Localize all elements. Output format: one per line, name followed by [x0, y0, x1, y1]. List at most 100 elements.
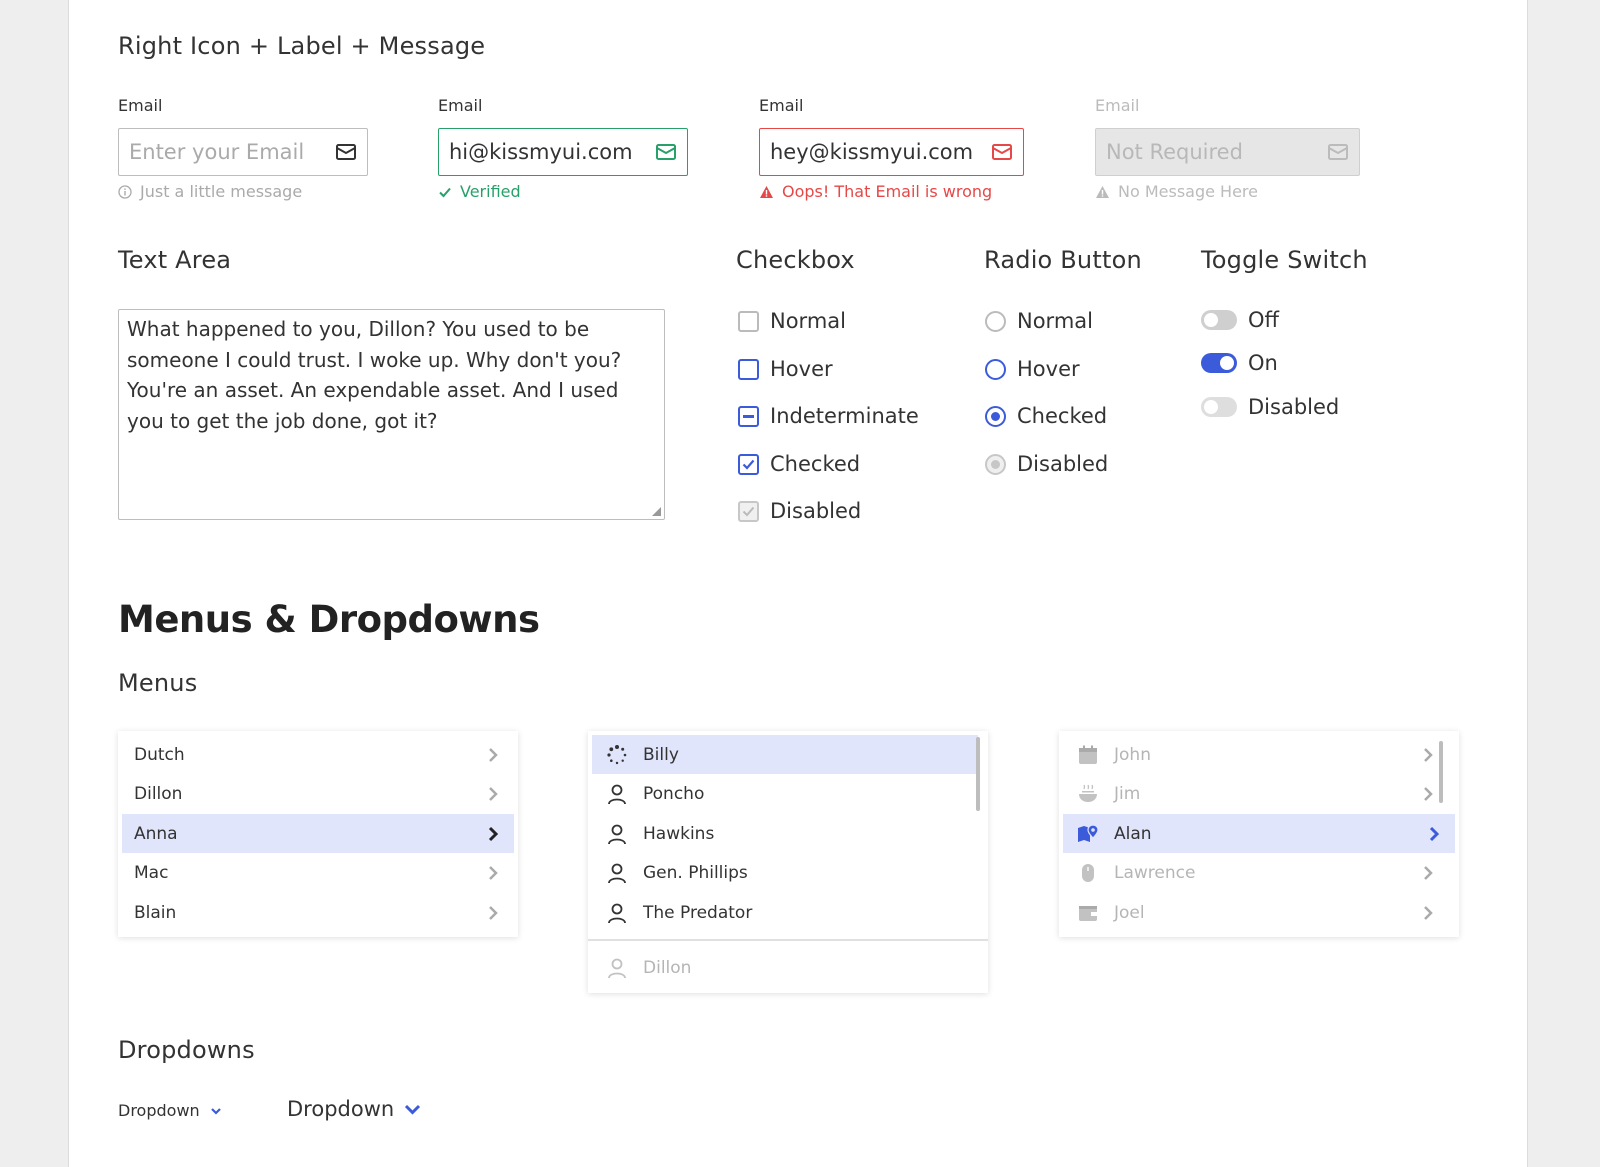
section-title-checkbox: Checkbox — [736, 246, 855, 274]
user-icon — [608, 958, 626, 979]
user-icon — [608, 863, 626, 884]
wallet-icon — [1079, 906, 1097, 921]
menu-user-list: Billy Poncho Hawkins Gen. Phillips The P… — [588, 731, 988, 993]
toggle-label: Disabled — [1248, 395, 1340, 419]
email-field-disabled: Not Required — [1095, 128, 1360, 176]
checkbox-checked[interactable]: Checked — [738, 452, 860, 476]
menu-item[interactable]: Dillon — [122, 774, 514, 813]
email-field-success[interactable]: hi@kissmyui.com — [438, 128, 688, 176]
dropdown-label: Dropdown — [118, 1101, 200, 1120]
warning-icon — [1096, 185, 1109, 198]
dropdown-label: Dropdown — [287, 1097, 395, 1121]
menu-item-disabled: Dillon — [592, 948, 978, 987]
email-field-error[interactable]: hey@kissmyui.com — [759, 128, 1024, 176]
checkbox-box[interactable] — [738, 405, 759, 427]
checkbox-box[interactable] — [738, 358, 759, 380]
menu-item-label: Mac — [134, 862, 169, 883]
radio-checked[interactable]: Checked — [985, 404, 1107, 428]
radio-circle[interactable] — [985, 310, 1006, 332]
warning-icon — [760, 185, 773, 198]
envelope-icon — [656, 144, 676, 160]
radio-label: Normal — [1017, 309, 1093, 333]
section-title-menus-dropdowns: Menus & Dropdowns — [118, 598, 540, 641]
email-message-text: Just a little message — [140, 182, 303, 201]
text-area-value: What happened to you, Dillon? You used t… — [127, 317, 622, 433]
email-value: hey@kissmyui.com — [770, 140, 974, 164]
resize-handle[interactable] — [652, 507, 661, 516]
toggle-label: Off — [1248, 308, 1279, 332]
radio-label: Checked — [1017, 404, 1108, 428]
email-message-text: No Message Here — [1118, 182, 1258, 201]
user-icon — [608, 903, 626, 924]
menu-item[interactable]: Mac — [122, 853, 514, 892]
section-title-dropdowns: Dropdowns — [118, 1036, 255, 1064]
menu-item-label: Poncho — [643, 783, 705, 804]
checkbox-box[interactable] — [738, 310, 759, 332]
email-message-error: Oops! That Email is wrong — [759, 182, 992, 201]
radio-normal[interactable]: Normal — [985, 309, 1093, 333]
menu-item-label: Billy — [643, 744, 679, 765]
chevron-right-icon — [489, 866, 498, 880]
checkbox-box — [738, 500, 759, 522]
chevron-right-icon — [489, 906, 498, 920]
checkbox-label: Hover — [770, 357, 833, 381]
checkbox-indeterminate[interactable]: Indeterminate — [738, 404, 919, 428]
text-area[interactable]: What happened to you, Dillon? You used t… — [118, 309, 665, 520]
menu-item-active[interactable]: Alan — [1063, 814, 1455, 853]
menu-item-active[interactable]: Anna — [122, 814, 514, 853]
toggle-off[interactable]: Off — [1201, 308, 1279, 332]
checkbox-label: Indeterminate — [770, 404, 919, 428]
radio-circle[interactable] — [985, 405, 1006, 427]
toggle-on[interactable]: On — [1201, 351, 1278, 375]
chevron-right-icon — [1424, 866, 1433, 880]
email-placeholder: Not Required — [1106, 140, 1243, 164]
email-label-error: Email — [759, 96, 804, 115]
menu-item[interactable]: Dutch — [122, 735, 514, 774]
menu-divider — [588, 939, 988, 941]
section-title-menus: Menus — [118, 669, 198, 697]
email-message-text: Oops! That Email is wrong — [782, 182, 993, 201]
checkbox-hover[interactable]: Hover — [738, 357, 833, 381]
menu-item-label: John — [1114, 744, 1151, 765]
envelope-icon — [992, 144, 1012, 160]
menu-item[interactable]: Hawkins — [592, 814, 978, 853]
dropdown-large[interactable]: Dropdown — [287, 1097, 421, 1121]
checkbox-box[interactable] — [738, 453, 759, 475]
toggle-switch[interactable] — [1201, 310, 1237, 330]
page-canvas: Right Icon + Label + Message Email Enter… — [68, 0, 1528, 1167]
envelope-icon — [336, 144, 356, 160]
menu-item-label: Jim — [1114, 783, 1141, 804]
email-field-normal[interactable]: Enter your Email — [118, 128, 368, 176]
toggle-label: On — [1248, 351, 1278, 375]
email-message-success: Verified — [438, 182, 521, 201]
menu-item[interactable]: Gen. Phillips — [592, 853, 978, 892]
chevron-right-icon — [1424, 906, 1433, 920]
menu-item[interactable]: Blain — [122, 893, 514, 932]
scrollbar[interactable] — [976, 737, 980, 811]
toggle-switch[interactable] — [1201, 353, 1237, 373]
chevron-right-icon — [1424, 787, 1433, 801]
checkbox-normal[interactable]: Normal — [738, 309, 846, 333]
menu-item-label: Alan — [1114, 823, 1152, 844]
menu-icon-list: John Jim Alan Lawrence Joel — [1059, 731, 1459, 937]
menu-item-disabled: Lawrence — [1063, 853, 1449, 892]
email-value: hi@kissmyui.com — [449, 140, 633, 164]
dropdown-small[interactable]: Dropdown — [118, 1101, 222, 1120]
section-title-radio: Radio Button — [984, 246, 1142, 274]
user-icon — [608, 824, 626, 845]
chevron-right-icon — [489, 787, 498, 801]
radio-circle[interactable] — [985, 358, 1006, 380]
radio-hover[interactable]: Hover — [985, 357, 1080, 381]
envelope-icon — [1328, 144, 1348, 160]
menu-item[interactable]: Poncho — [592, 774, 978, 813]
menu-item[interactable]: The Predator — [592, 893, 978, 932]
email-label-success: Email — [438, 96, 483, 115]
menu-item-active[interactable]: Billy — [592, 735, 978, 774]
spinner-icon — [607, 745, 627, 765]
menu-item-label: Blain — [134, 902, 177, 923]
email-placeholder: Enter your Email — [129, 140, 305, 164]
chevron-right-icon — [1424, 748, 1433, 762]
scrollbar[interactable] — [1439, 741, 1443, 803]
chevron-right-icon — [488, 826, 499, 842]
menu-item-label: Hawkins — [643, 823, 715, 844]
